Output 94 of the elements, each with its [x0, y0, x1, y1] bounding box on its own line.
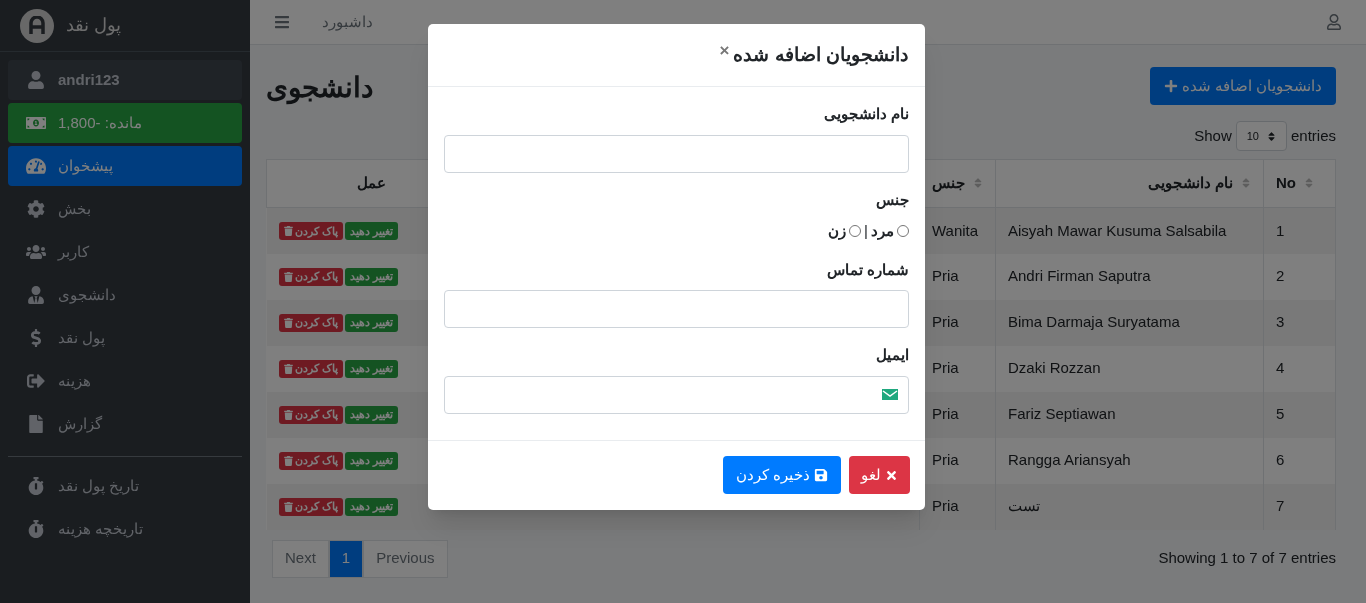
- table-cell: 1: [1263, 207, 1336, 254]
- sort-icon: [1266, 130, 1276, 142]
- column-header[interactable]: نام دانشجویی: [995, 159, 1264, 208]
- table-cell: Dzaki Rozzan: [995, 345, 1264, 392]
- users-icon: [26, 243, 46, 261]
- field-label: نام دانشجویی: [822, 104, 909, 125]
- edit-button[interactable]: تغییر دهید: [344, 359, 398, 378]
- edit-button[interactable]: تغییر دهید: [344, 451, 398, 470]
- sidebar-item[interactable]: andri123: [8, 60, 242, 100]
- breadcrumb-link[interactable]: داشبورد: [322, 10, 373, 34]
- text-field[interactable]: [444, 290, 909, 328]
- show-label: Show: [1194, 125, 1232, 146]
- sidebar-item[interactable]: پیشخوان: [8, 146, 242, 186]
- table-cell: Fariz Septiawan: [995, 391, 1264, 438]
- stopwatch-icon: [26, 477, 46, 495]
- table-cell: 2: [1263, 253, 1336, 300]
- delete-button[interactable]: پاک کردن: [278, 405, 343, 424]
- delete-button[interactable]: پاک کردن: [278, 221, 343, 240]
- delete-button[interactable]: پاک کردن: [278, 267, 343, 286]
- radio-label[interactable]: مرد: [871, 220, 894, 243]
- sidebar-item[interactable]: پول نقد: [8, 318, 242, 358]
- pagination-button[interactable]: Previous: [363, 539, 448, 578]
- save-button[interactable]: ذخیره کردن: [722, 456, 841, 494]
- user-icon[interactable]: [1326, 14, 1342, 30]
- separator-text: |: [864, 221, 868, 241]
- edit-button[interactable]: تغییر دهید: [344, 221, 398, 240]
- trash-icon: [283, 455, 293, 466]
- person-icon: [26, 286, 46, 304]
- table-cell: Rangga Ariansyah: [995, 437, 1264, 484]
- table-cell: 3: [1263, 299, 1336, 346]
- sort-icon: [1304, 176, 1314, 189]
- stopwatch-icon: [26, 520, 46, 538]
- table-cell: 6: [1263, 437, 1336, 484]
- sidebar-item[interactable]: تاریخ پول نقد: [8, 466, 242, 506]
- delete-button[interactable]: پاک کردن: [278, 451, 343, 470]
- email-field[interactable]: [444, 375, 909, 414]
- close-icon: [885, 468, 898, 482]
- exit-icon: [26, 372, 46, 390]
- trash-icon: [283, 501, 293, 512]
- delete-button[interactable]: پاک کردن: [278, 313, 343, 332]
- sidebar-item[interactable]: تاریخچه هزینه: [8, 509, 242, 549]
- radio-label[interactable]: زن: [828, 220, 847, 243]
- cancel-button[interactable]: لغو: [849, 456, 910, 494]
- pagination-button[interactable]: Next: [272, 539, 329, 578]
- trash-icon: [283, 225, 293, 236]
- table-cell: Andri Firman Saputra: [995, 253, 1264, 300]
- edit-button[interactable]: تغییر دهید: [344, 313, 398, 332]
- table-cell: 7: [1263, 483, 1336, 530]
- trash-icon: [283, 271, 293, 282]
- trash-icon: [283, 363, 293, 374]
- envelope-icon: [882, 387, 898, 402]
- sidebar-item[interactable]: بخش: [8, 189, 242, 229]
- field-label: جنس: [875, 189, 909, 211]
- field-label: شماره تماس: [825, 259, 909, 281]
- trash-icon: [283, 317, 293, 328]
- sidebar-item[interactable]: گزارش: [8, 404, 242, 444]
- page-title: دانشجوی: [266, 71, 373, 107]
- sidebar-item[interactable]: کاربر: [8, 232, 242, 272]
- edit-button[interactable]: تغییر دهید: [344, 405, 398, 424]
- entries-label: entries: [1290, 125, 1336, 146]
- gear-icon: [26, 200, 46, 218]
- field-label: ایمیل: [875, 345, 909, 365]
- floppy-icon: [814, 468, 828, 482]
- table-cell: Aisyah Mawar Kusuma Salsabila: [995, 207, 1264, 254]
- edit-button[interactable]: تغییر دهید: [344, 497, 398, 516]
- user-icon: [26, 71, 46, 89]
- table-cell: تست: [995, 483, 1264, 530]
- trash-icon: [283, 409, 293, 420]
- column-header[interactable]: No: [1263, 159, 1336, 208]
- entries-select[interactable]: 10: [1235, 121, 1287, 151]
- sort-icon: [1241, 176, 1251, 189]
- edit-button[interactable]: تغییر دهید: [344, 267, 398, 286]
- sidebar-item[interactable]: هزینه: [8, 361, 242, 401]
- gauge-icon: [26, 157, 46, 175]
- sidebar-item[interactable]: دانشجوی: [8, 275, 242, 315]
- menu-icon[interactable]: [274, 14, 290, 30]
- pagination-button[interactable]: 1: [328, 539, 364, 578]
- modal-title: دانشجویان اضافه شده: [733, 42, 908, 68]
- close-button[interactable]: ×: [719, 38, 730, 64]
- brand-name: پول نقد: [66, 14, 121, 38]
- table-info: Showing 1 to 7 of 7 entries: [1158, 548, 1336, 569]
- file-icon: [26, 415, 46, 433]
- delete-button[interactable]: پاک کردن: [278, 497, 343, 516]
- sort-icon: [973, 176, 983, 189]
- delete-button[interactable]: پاک کردن: [278, 359, 343, 378]
- table-cell: Bima Darmaja Suryatama: [995, 299, 1264, 346]
- table-cell: 4: [1263, 345, 1336, 392]
- add-student-button[interactable]: دانشجویان اضافه شده: [1149, 67, 1336, 105]
- logo-icon: [20, 8, 54, 43]
- banknote-icon: [26, 114, 46, 132]
- plus-icon: [1163, 79, 1178, 93]
- text-field[interactable]: [444, 134, 909, 173]
- sidebar-item[interactable]: مانده: -1,800: [8, 103, 242, 143]
- table-cell: 5: [1263, 391, 1336, 438]
